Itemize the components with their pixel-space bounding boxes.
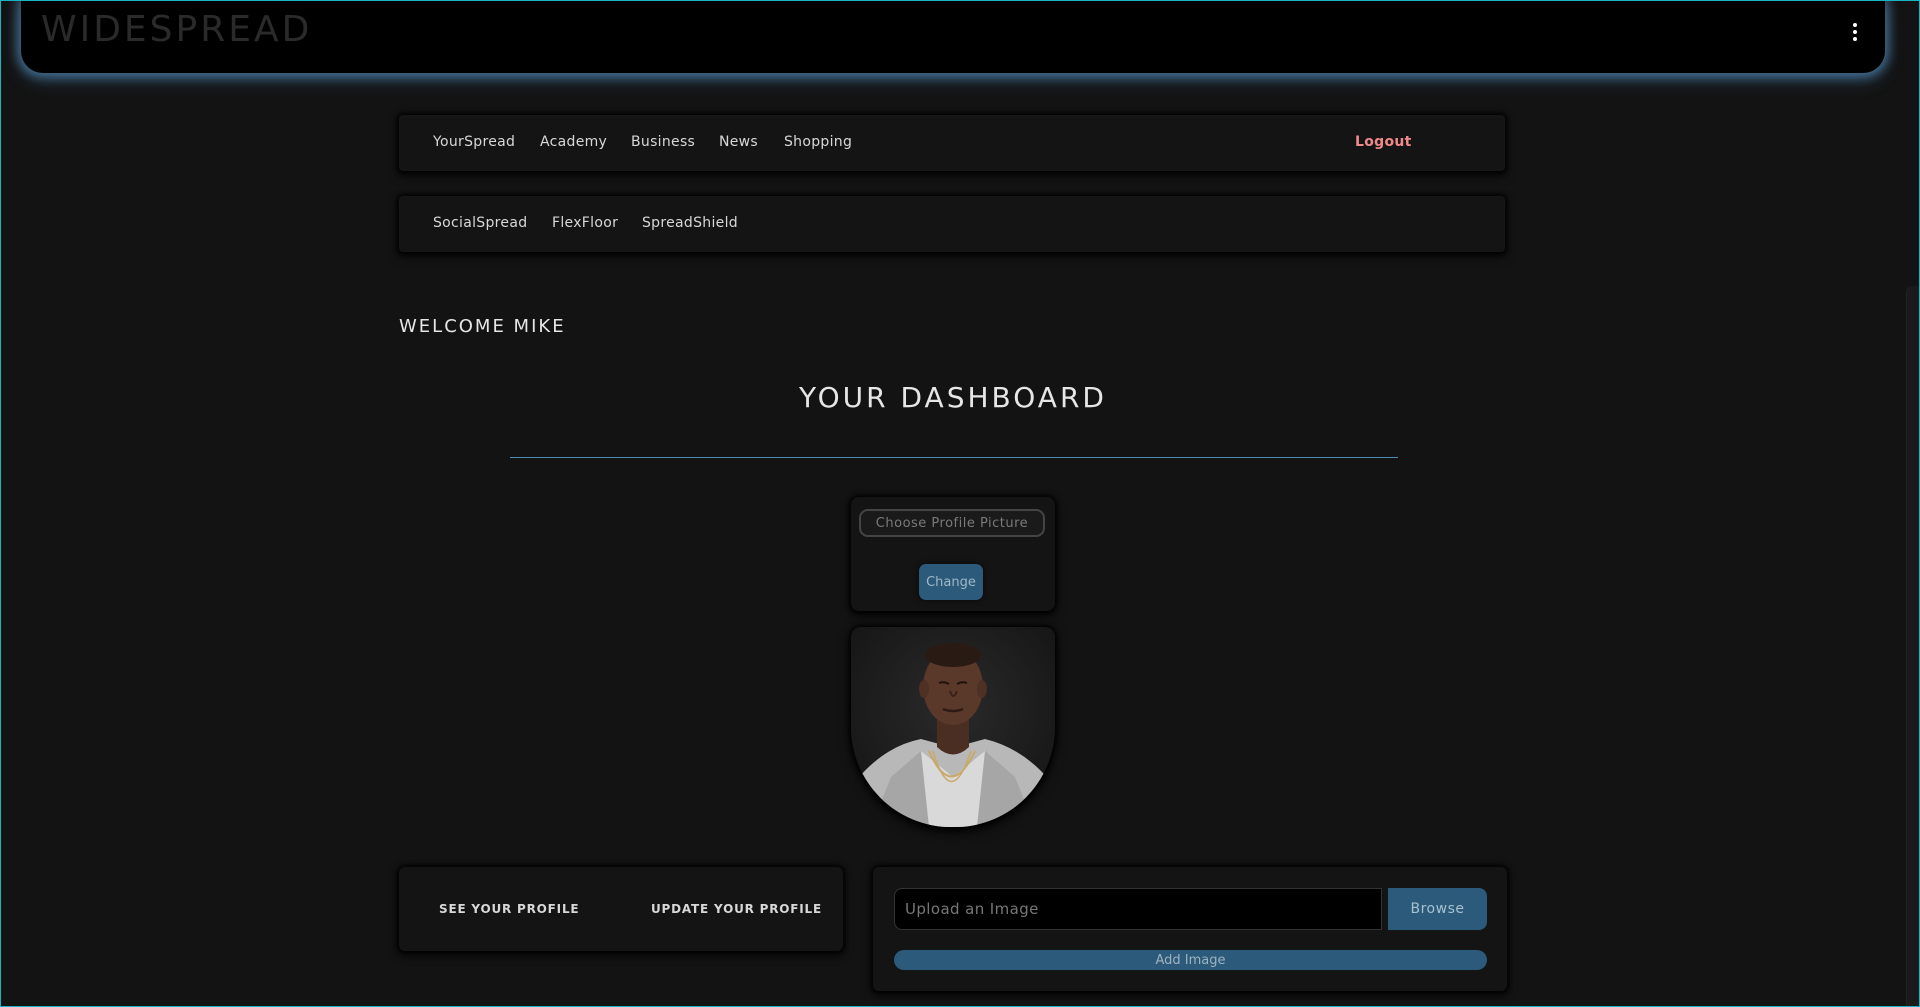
primary-navbar: YourSpread Academy Business News Shoppin…	[399, 115, 1505, 171]
profile-picture-card: Choose Profile Picture Change	[851, 497, 1055, 611]
avatar	[851, 627, 1055, 827]
profile-links-card: SEE YOUR PROFILE UPDATE YOUR PROFILE	[399, 867, 843, 951]
update-profile-link[interactable]: UPDATE YOUR PROFILE	[651, 902, 822, 916]
kebab-menu-icon[interactable]	[1851, 23, 1859, 41]
upload-image-card: Browse Add Image	[873, 867, 1507, 991]
browse-button[interactable]: Browse	[1388, 888, 1487, 930]
app-frame: WIDESPREAD YourSpread Academy Business N…	[0, 0, 1920, 1007]
choose-profile-picture-button[interactable]: Choose Profile Picture	[859, 509, 1045, 537]
upload-image-input[interactable]	[894, 888, 1382, 930]
brand-logo: WIDESPREAD	[41, 9, 313, 50]
page-title: YOUR DASHBOARD	[799, 381, 1107, 414]
see-profile-link[interactable]: SEE YOUR PROFILE	[439, 902, 579, 916]
nav-item-business[interactable]: Business	[631, 134, 695, 150]
welcome-heading: WELCOME MIKE	[399, 316, 566, 337]
nav-item-flexfloor[interactable]: FlexFloor	[552, 215, 618, 231]
page-scrollbar[interactable]	[1906, 286, 1919, 1006]
nav-item-socialspread[interactable]: SocialSpread	[433, 215, 527, 231]
nav-item-shopping[interactable]: Shopping	[784, 134, 852, 150]
secondary-navbar: SocialSpread FlexFloor SpreadShield	[399, 196, 1505, 252]
nav-item-spreadshield[interactable]: SpreadShield	[642, 215, 738, 231]
add-image-button[interactable]: Add Image	[894, 950, 1487, 970]
top-header: WIDESPREAD	[21, 1, 1885, 73]
title-divider	[510, 457, 1398, 458]
avatar-image	[851, 627, 1055, 827]
change-button[interactable]: Change	[919, 564, 983, 600]
nav-item-yourspread[interactable]: YourSpread	[433, 134, 515, 150]
nav-item-academy[interactable]: Academy	[540, 134, 607, 150]
logout-link[interactable]: Logout	[1355, 134, 1412, 150]
nav-item-news[interactable]: News	[719, 134, 758, 150]
